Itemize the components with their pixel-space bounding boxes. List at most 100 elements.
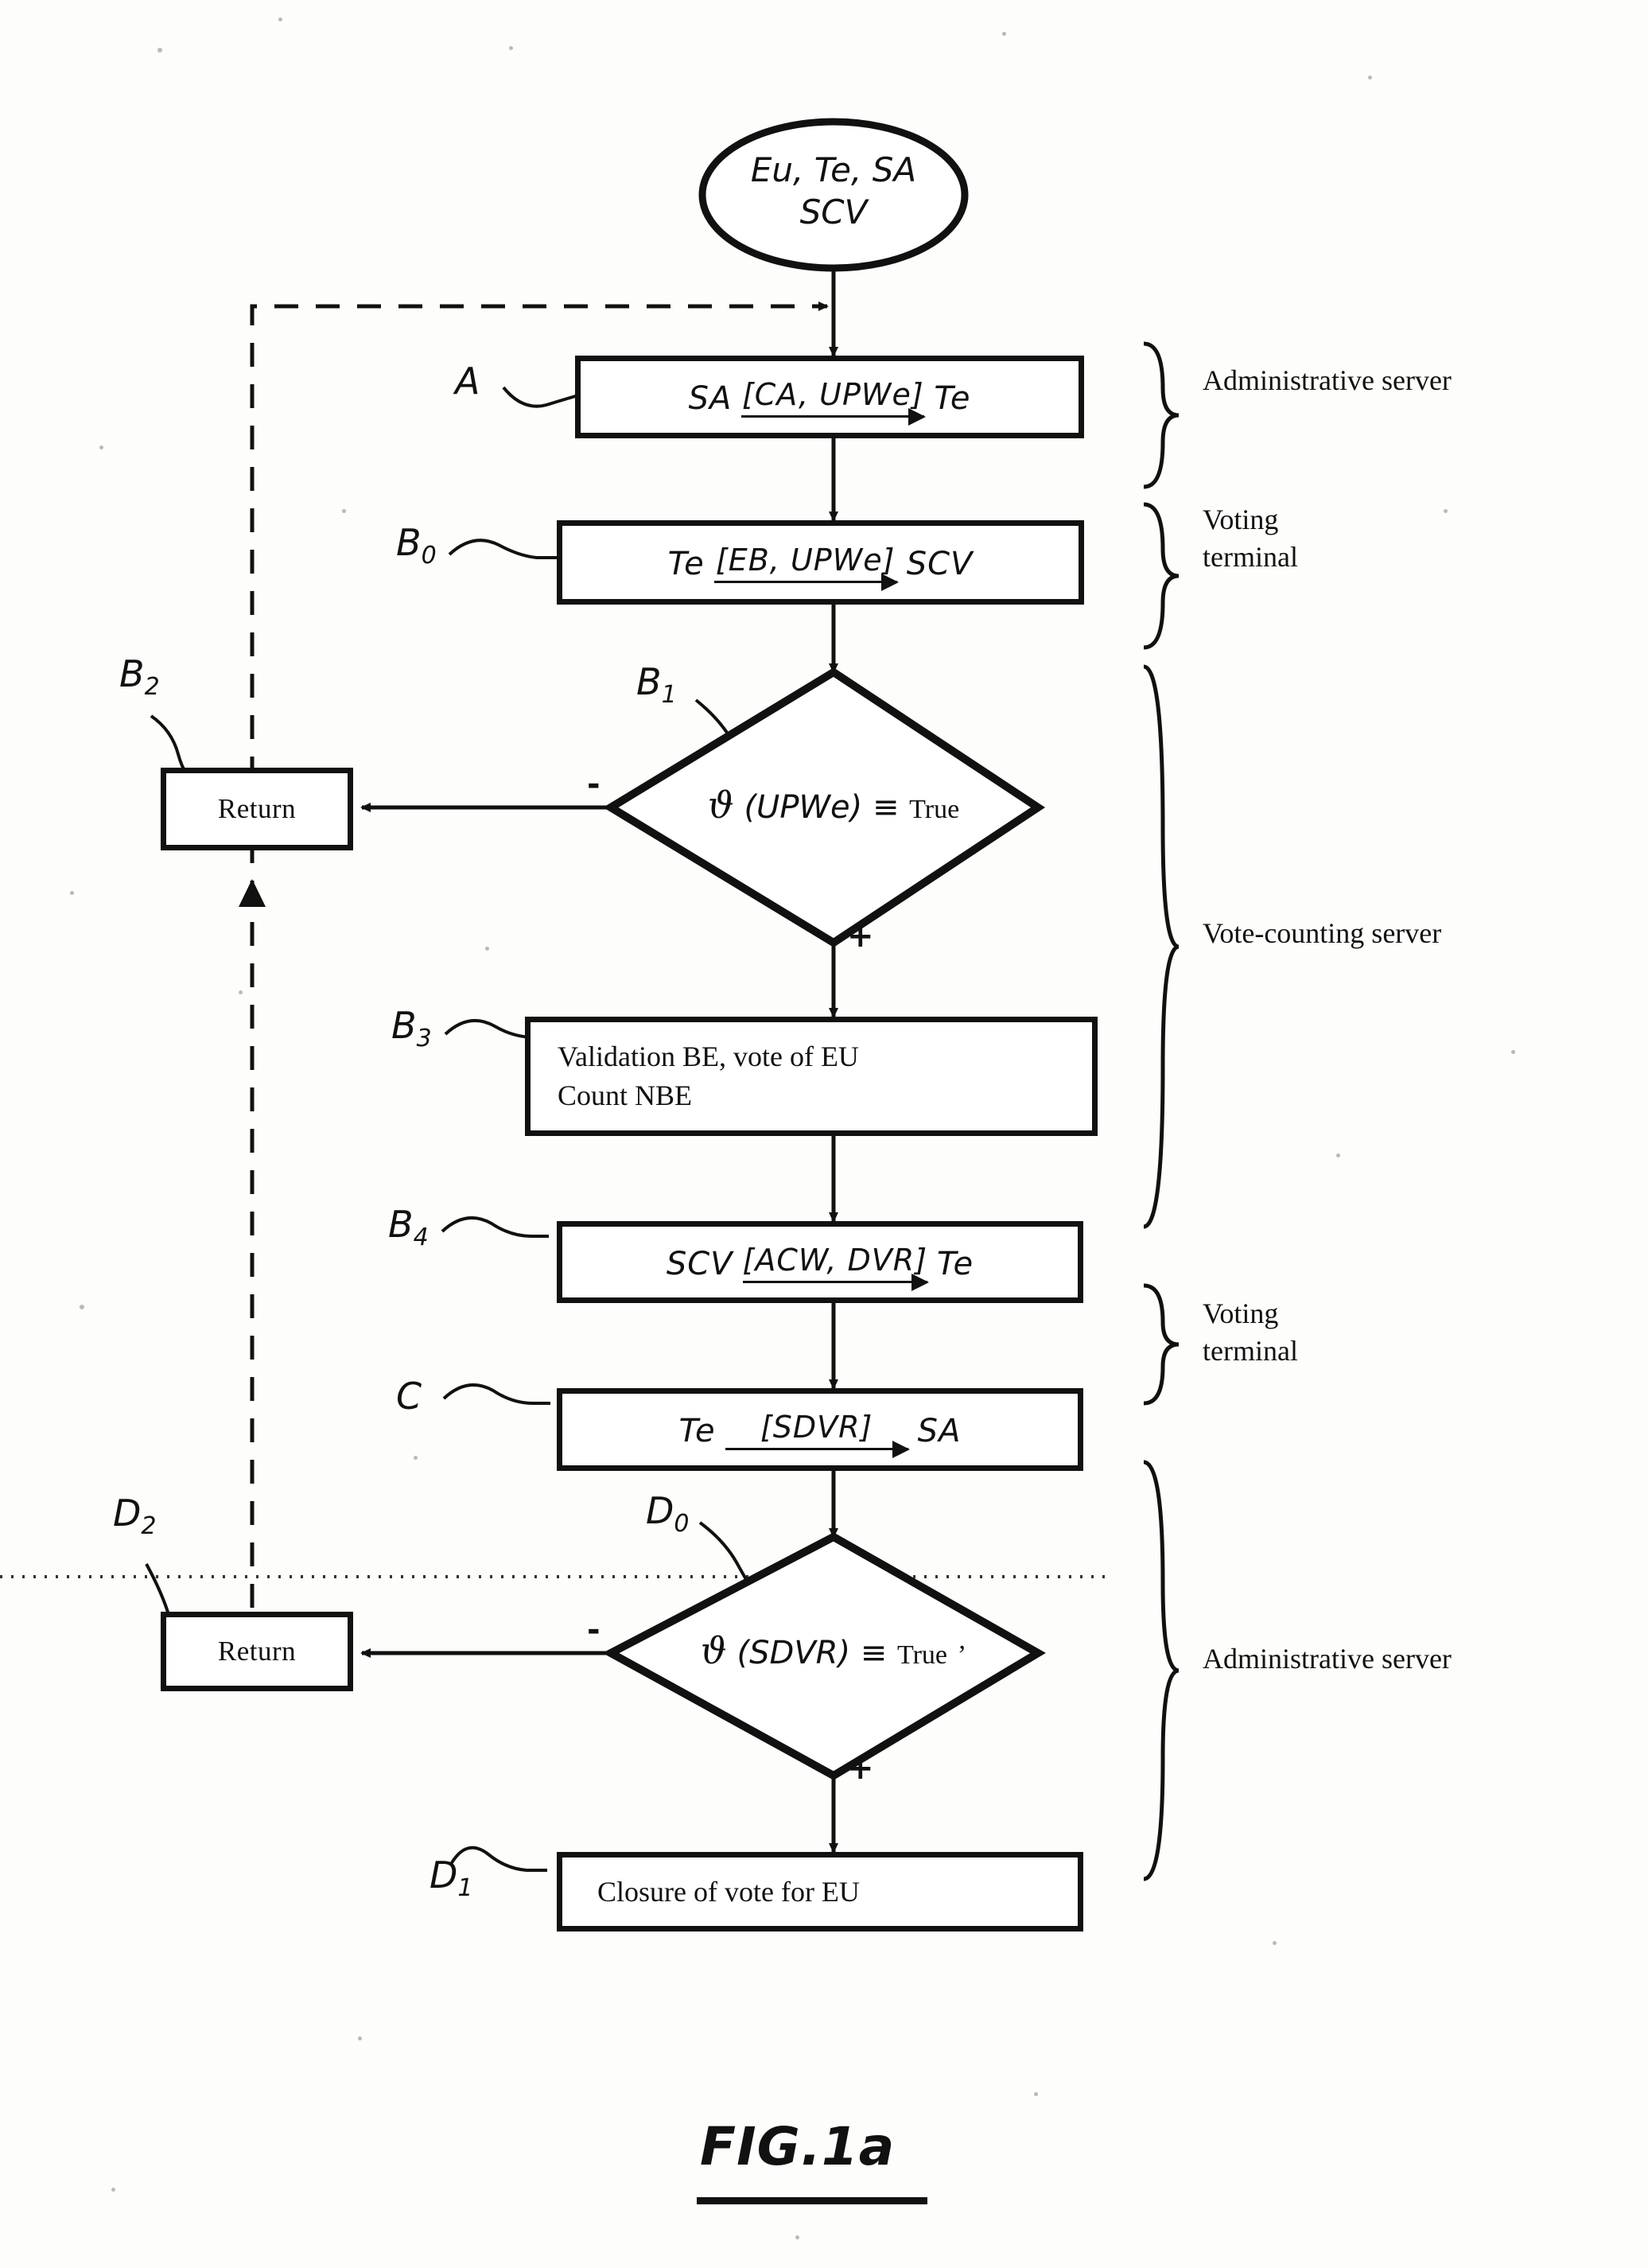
message-b0-payload: [EB, UPWe]: [715, 543, 896, 578]
ref-label-b3: B3: [391, 1004, 432, 1052]
return-box-d2[interactable]: Return: [161, 1612, 353, 1691]
message-b0-arrow: [EB, UPWe]: [713, 543, 899, 591]
decision-b1-condition: (UPWe): [744, 789, 863, 826]
process-box-b4[interactable]: SCV [ACW, DVR] Te: [557, 1221, 1083, 1303]
ref-label-d0-text: D: [646, 1489, 674, 1532]
process-box-a[interactable]: SA [CA, UPWe] Te: [575, 356, 1084, 438]
ref-label-b2: B2: [119, 652, 160, 701]
process-b3-line1: Validation BE, vote of EU: [558, 1041, 859, 1073]
paper-speck: [239, 990, 243, 994]
message-b4-from: SCV: [666, 1245, 733, 1282]
message-a: SA [CA, UPWe] Te: [581, 377, 1079, 426]
message-a-to: Te: [934, 380, 971, 417]
annotation-text-line1: Voting: [1203, 504, 1279, 535]
paper-speck: [80, 1305, 84, 1309]
message-a-from: SA: [688, 380, 733, 417]
ref-label-d2: D2: [113, 1492, 157, 1540]
decision-b1-value: True: [909, 795, 960, 824]
annotation-text-line1: Voting: [1203, 1297, 1279, 1329]
paper-speck: [1511, 1050, 1515, 1054]
ref-label-b0: B0: [396, 521, 437, 570]
start-node-line2: SCV: [799, 192, 868, 231]
feedback-dashed-path: [250, 301, 829, 1690]
paper-speck: [342, 509, 346, 513]
return-box-b2[interactable]: Return: [161, 768, 353, 850]
ref-label-b3-text: B: [391, 1004, 417, 1047]
return-box-b2-label: Return: [217, 793, 297, 824]
paper-speck: [414, 1456, 418, 1460]
paper-speck: [1336, 1153, 1340, 1157]
ref-label-c-text: C: [396, 1375, 422, 1418]
decision-d0-label: ϑ (SDVR) ≡ True ’: [636, 1629, 1031, 1672]
ref-label-d1: D1: [429, 1854, 473, 1902]
message-a-arrow: [CA, UPWe]: [741, 377, 927, 426]
process-b3-line2: Count NBE: [558, 1080, 693, 1111]
leader-b1: [694, 698, 747, 766]
brace-voting-terminal-top: [1143, 502, 1180, 650]
message-b0-from: Te: [667, 546, 705, 582]
annotation-text-line2: terminal: [1203, 540, 1298, 573]
message-c-arrow: [SDVR]: [725, 1410, 910, 1458]
message-b4-payload: [ACW, DVR]: [742, 1242, 928, 1278]
message-c-payload: [SDVR]: [760, 1410, 873, 1445]
message-c-to: SA: [917, 1413, 962, 1449]
message-b4: SCV [ACW, DVR] Te: [562, 1242, 1078, 1291]
ref-label-b0-sub: 0: [421, 542, 437, 570]
leader-b0: [448, 539, 565, 559]
ref-label-d0: D0: [646, 1489, 690, 1538]
ref-label-d2-sub: 2: [141, 1512, 157, 1541]
ref-label-b2-sub: 2: [144, 673, 160, 702]
equivalence-symbol-d0: ≡: [860, 1635, 888, 1671]
brace-vote-counting-server: [1143, 664, 1180, 1229]
paper-speck: [509, 46, 513, 50]
paper-speck: [99, 445, 103, 449]
paper-speck: [278, 18, 282, 21]
branch-sign-b1-true: +: [847, 918, 874, 955]
annotation-vote-counting-server: Vote-counting server: [1203, 915, 1441, 952]
decision-d0-trailing: ’: [957, 1640, 967, 1670]
decision-d0-condition: (SDVR): [737, 1635, 851, 1671]
message-a-payload: [CA, UPWe]: [741, 377, 924, 412]
message-b0: Te [EB, UPWe] SCV: [562, 543, 1079, 591]
ref-label-b4-text: B: [388, 1203, 414, 1246]
ref-label-d1-sub: 1: [457, 1874, 473, 1903]
theta-symbol-d0: ϑ: [700, 1629, 727, 1672]
paper-speck: [111, 2188, 115, 2192]
arrow-right-icon: [713, 574, 899, 591]
decision-d0-value: True: [897, 1640, 948, 1670]
ref-label-b2-text: B: [119, 652, 145, 695]
process-box-b3[interactable]: Validation BE, vote of EU Count NBE: [525, 1017, 1098, 1136]
paper-speck: [485, 947, 489, 951]
branch-sign-d0-false: -: [587, 1612, 601, 1648]
ref-label-b1: B1: [636, 660, 677, 709]
leader-c: [442, 1383, 550, 1405]
message-b4-to: Te: [937, 1245, 974, 1282]
annotation-administrative-server-top: Administrative server: [1203, 362, 1452, 399]
decision-b1-label: ϑ (UPWe) ≡ True: [636, 784, 1031, 827]
process-box-d1[interactable]: Closure of vote for EU: [557, 1852, 1083, 1931]
arrow-right-icon: [725, 1441, 910, 1458]
equivalence-symbol-b1: ≡: [872, 789, 900, 826]
paper-speck: [1368, 76, 1372, 80]
process-d1-text: Closure of vote for EU: [597, 1875, 860, 1908]
ref-label-b1-sub: 1: [661, 681, 677, 710]
ref-label-d1-text: D: [429, 1854, 458, 1896]
message-b4-arrow: [ACW, DVR]: [742, 1242, 930, 1291]
paper-speck: [795, 2235, 799, 2239]
ref-label-b0-text: B: [396, 521, 422, 564]
paper-speck: [1034, 2092, 1038, 2096]
process-box-c[interactable]: Te [SDVR] SA: [557, 1388, 1083, 1471]
paper-speck: [1444, 509, 1448, 513]
paper-speck: [70, 891, 74, 895]
arrow-right-icon: [741, 408, 927, 426]
ref-label-b4-sub: 4: [413, 1223, 429, 1252]
process-box-b0[interactable]: Te [EB, UPWe] SCV: [557, 520, 1084, 605]
message-c: Te [SDVR] SA: [562, 1410, 1078, 1458]
annotation-administrative-server-bottom: Administrative server: [1203, 1640, 1452, 1678]
start-node-text: Eu, Te, SA SCV: [702, 150, 965, 233]
ref-label-d0-sub: 0: [674, 1510, 690, 1539]
patent-figure-page: Eu, Te, SA SCV SA [CA, UPWe] Te A Te [EB…: [0, 0, 1648, 2268]
branch-sign-d0-true: +: [847, 1750, 874, 1787]
ref-label-a: A: [455, 360, 480, 403]
ref-label-d2-text: D: [113, 1492, 142, 1535]
